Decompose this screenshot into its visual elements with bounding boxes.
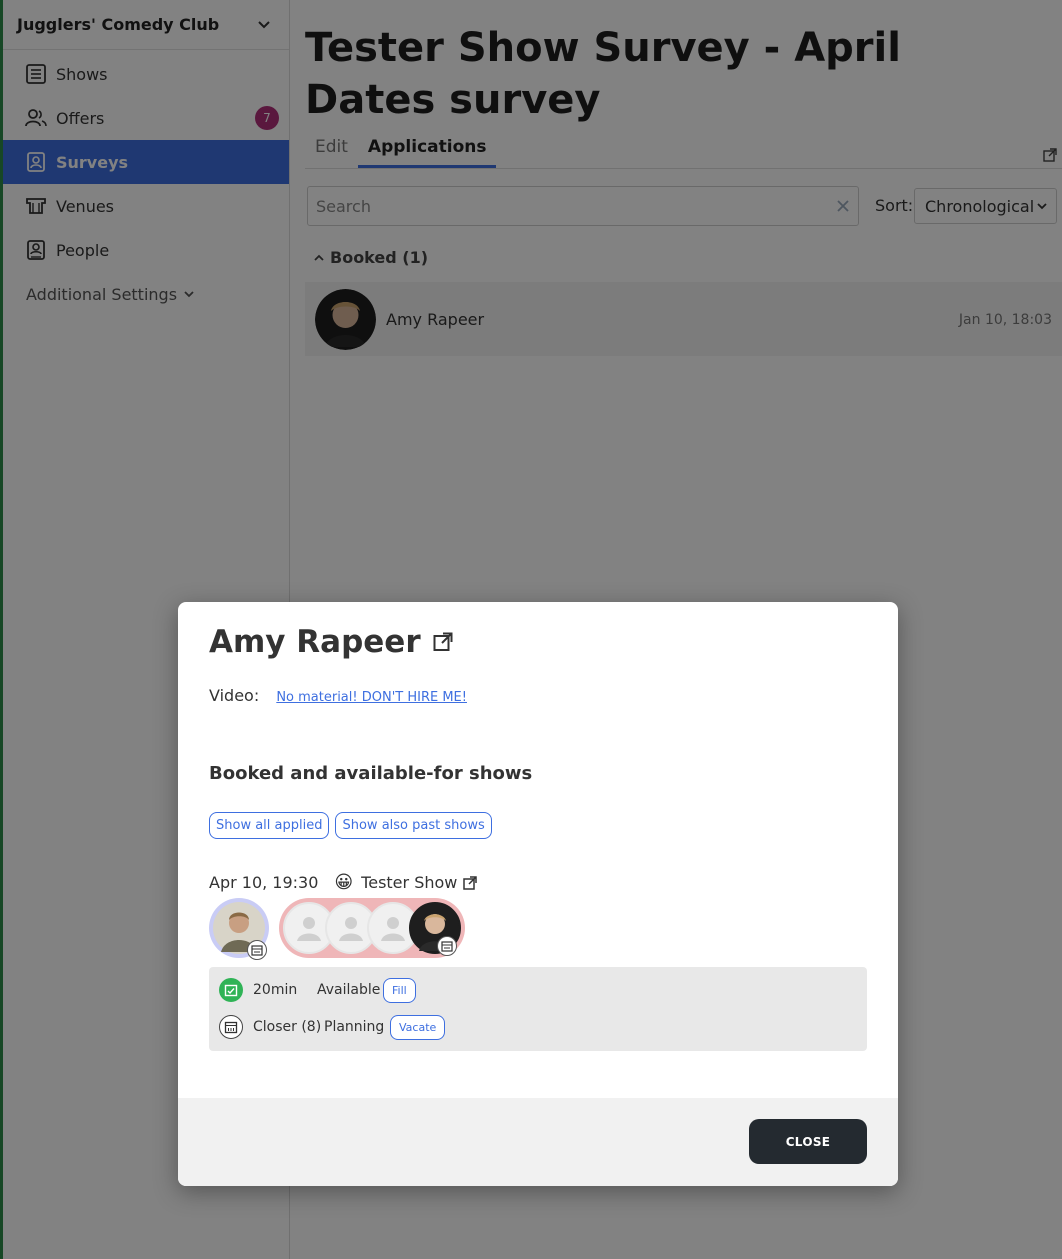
show-line: Apr 10, 19:30 😀 Tester Show: [209, 872, 478, 893]
show-name: Tester Show: [361, 873, 458, 892]
person-placeholder-icon: [339, 917, 363, 941]
calendar-icon: [219, 1015, 243, 1039]
smiley-icon: 😀: [334, 872, 354, 893]
close-button[interactable]: CLOSE: [749, 1119, 867, 1164]
slot-row: Closer (8) Planning Vacate: [219, 1014, 446, 1040]
host-avatar[interactable]: [209, 898, 269, 960]
show-datetime: Apr 10, 19:30: [209, 873, 319, 892]
applicant-name: Amy Rapeer: [209, 624, 421, 660]
external-link-icon[interactable]: [433, 632, 453, 652]
applicant-modal: Amy Rapeer Video: No material! DON'T HIR…: [178, 602, 898, 1186]
external-link-icon[interactable]: [463, 875, 478, 890]
modal-title: Amy Rapeer: [209, 624, 453, 660]
video-link[interactable]: No material! DON'T HIRE ME!: [276, 690, 467, 705]
calendar-icon: [247, 940, 267, 960]
section-title: Booked and available-for shows: [209, 763, 533, 784]
fill-button[interactable]: Fill: [383, 977, 416, 1003]
person-placeholder-icon: [297, 917, 321, 941]
slot-status: Planning: [324, 1019, 385, 1035]
calendar-check-icon: [219, 978, 243, 1002]
person-placeholder-icon: [381, 917, 405, 941]
slot-duration: 20min: [253, 982, 298, 998]
show-past-shows-button[interactable]: Show also past shows: [335, 812, 492, 839]
slot-status: Available: [317, 982, 381, 998]
slot-list: 20min Available Fill Closer (8) Planning…: [209, 967, 867, 1051]
lineup-slots: [279, 898, 465, 958]
slot-row: 20min Available Fill: [219, 977, 416, 1003]
vacate-button[interactable]: Vacate: [390, 1014, 446, 1040]
show-all-applied-button[interactable]: Show all applied: [209, 812, 330, 839]
modal-footer: CLOSE: [178, 1098, 898, 1186]
video-row: Video: No material! DON'T HIRE ME!: [209, 686, 467, 705]
slot-duration: Closer (8): [253, 1019, 322, 1035]
lineup-avatars: [209, 898, 465, 960]
video-label: Video:: [209, 686, 260, 705]
calendar-icon: [437, 936, 457, 956]
filter-buttons: Show all applied Show also past shows: [209, 812, 492, 839]
